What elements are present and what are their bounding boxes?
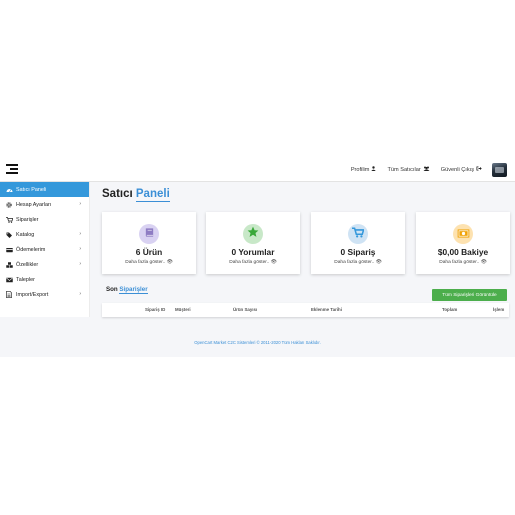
- avatar[interactable]: [492, 162, 507, 177]
- sidebar-item-requests[interactable]: Talepler: [0, 272, 89, 287]
- view-all-orders-button[interactable]: Tüm Siparişleri Görüntüle: [432, 289, 507, 301]
- chevron-right-icon: ›: [79, 291, 81, 297]
- show-more-label: Daha fazla göster..: [229, 260, 270, 265]
- chevron-right-icon: ›: [79, 246, 81, 252]
- dashboard-icon: [5, 187, 13, 193]
- top-navbar: Profilim Tüm Satıcılar Güvenli Çıkış: [0, 157, 515, 182]
- show-more-link[interactable]: Daha fazla göster.. 👁: [206, 260, 300, 265]
- stat-icon-circle: [453, 224, 473, 244]
- sign-out-icon: [476, 166, 482, 173]
- file-icon: [5, 291, 13, 298]
- eye-icon: 👁: [375, 260, 382, 265]
- table-header-customer[interactable]: Müşteri: [175, 303, 191, 317]
- tags-icon: [5, 232, 13, 238]
- recent-orders-title: Son Siparişler: [106, 286, 148, 294]
- sidebar-item-label: Ödemelerim: [16, 246, 46, 253]
- stat-card-balance[interactable]: $0,00 Bakiye Daha fazla göster.. 👁: [416, 212, 510, 274]
- chevron-right-icon: ›: [79, 201, 81, 207]
- user-icon: [371, 166, 377, 173]
- page-title-highlight: Paneli: [135, 188, 170, 202]
- recent-orders-title-main: Son: [106, 286, 118, 293]
- stat-value: 6 Ürün: [135, 247, 163, 257]
- recent-orders-title-highlight: Siparişler: [119, 286, 148, 294]
- cart-icon: [5, 216, 13, 223]
- sidebar-item-label: Import/Export: [16, 291, 49, 298]
- page-title: Satıcı Paneli: [102, 188, 170, 202]
- logout-link-label: Güvenli Çıkış: [440, 166, 474, 173]
- all-sellers-link[interactable]: Tüm Satıcılar: [387, 166, 430, 173]
- top-links: Profilim Tüm Satıcılar Güvenli Çıkış: [340, 157, 507, 182]
- show-more-link[interactable]: Daha fazla göster.. 👁: [416, 260, 510, 265]
- stat-icon-circle: [139, 224, 159, 244]
- show-more-link[interactable]: Daha fazla göster.. 👁: [311, 260, 405, 265]
- sidebar-item-payments[interactable]: Ödemelerim ›: [0, 242, 89, 257]
- sidebar-item-features[interactable]: Özellikler ›: [0, 257, 89, 272]
- credit-card-icon: [5, 247, 13, 253]
- show-more-label: Daha fazla göster..: [334, 260, 375, 265]
- table-header-date-added[interactable]: Eklenme Tarihi: [311, 303, 342, 317]
- table-header-product-count[interactable]: Ürün Sayısı: [233, 303, 257, 317]
- app-window: Profilim Tüm Satıcılar Güvenli Çıkış Sat…: [0, 157, 515, 357]
- sidebar-item-orders[interactable]: Siparişler: [0, 212, 89, 227]
- stat-value: 0 Yorumlar: [231, 247, 275, 257]
- star-icon: [247, 225, 259, 243]
- envelope-icon: [5, 277, 13, 283]
- cart-icon: [352, 225, 365, 243]
- stat-value: 0 Sipariş: [340, 247, 376, 257]
- profile-link[interactable]: Profilim: [351, 166, 377, 173]
- recent-orders-table: Sipariş ID Müşteri Ürün Sayısı Eklenme T…: [102, 303, 509, 317]
- cubes-icon: [5, 261, 13, 268]
- main-content: Satıcı Paneli 6 Ürün Daha fazla göster..…: [90, 182, 515, 357]
- sidebar-item-label: Hesap Ayarları: [16, 201, 52, 208]
- sidebar-item-seller-panel[interactable]: Satıcı Paneli: [0, 182, 89, 197]
- gear-icon: [5, 201, 13, 208]
- sidebar-item-catalog[interactable]: Katalog ›: [0, 227, 89, 242]
- book-icon: [144, 225, 155, 243]
- sidebar-item-label: Özellikler: [16, 261, 39, 268]
- chevron-right-icon: ›: [79, 261, 81, 267]
- stat-card-products[interactable]: 6 Ürün Daha fazla göster.. 👁: [102, 212, 196, 274]
- logout-link[interactable]: Güvenli Çıkış: [441, 166, 482, 173]
- all-sellers-link-label: Tüm Satıcılar: [387, 166, 421, 173]
- show-more-link[interactable]: Daha fazla göster.. 👁: [102, 260, 196, 265]
- sidebar-item-label: Siparişler: [16, 216, 39, 223]
- sidebar-item-account-settings[interactable]: Hesap Ayarları ›: [0, 197, 89, 212]
- footer: OpenCart Market C2C Sistemleri © 2011-20…: [0, 340, 515, 345]
- sidebar-item-label: Satıcı Paneli: [16, 186, 47, 193]
- stat-card-orders[interactable]: 0 Sipariş Daha fazla göster.. 👁: [311, 212, 405, 274]
- footer-copyright[interactable]: OpenCart Market C2C Sistemleri © 2011-20…: [194, 340, 321, 345]
- eye-icon: 👁: [480, 260, 487, 265]
- stat-value: $0,00 Bakiye: [437, 247, 489, 257]
- show-more-label: Daha fazla göster..: [439, 260, 480, 265]
- table-header-action[interactable]: İşlem: [493, 303, 504, 317]
- sidebar-item-label: Talepler: [16, 276, 35, 283]
- sidebar: Satıcı Paneli Hesap Ayarları › Siparişle…: [0, 182, 90, 317]
- eye-icon: 👁: [270, 260, 277, 265]
- table-header-total[interactable]: Toplam: [442, 303, 457, 317]
- sidebar-item-label: Katalog: [16, 231, 35, 238]
- chevron-right-icon: ›: [79, 231, 81, 237]
- profile-link-label: Profilim: [350, 166, 370, 173]
- money-icon: [457, 225, 470, 243]
- stat-card-reviews[interactable]: 0 Yorumlar Daha fazla göster.. 👁: [206, 212, 300, 274]
- sidebar-item-import-export[interactable]: Import/Export ›: [0, 287, 89, 302]
- users-icon: [423, 166, 430, 173]
- eye-icon: 👁: [166, 260, 173, 265]
- show-more-label: Daha fazla göster..: [125, 260, 166, 265]
- page-title-main: Satıcı: [102, 188, 133, 200]
- table-header-order-id[interactable]: Sipariş ID: [145, 303, 165, 317]
- stat-icon-circle: [348, 224, 368, 244]
- menu-toggle-icon[interactable]: [6, 164, 18, 174]
- stat-icon-circle: [243, 224, 263, 244]
